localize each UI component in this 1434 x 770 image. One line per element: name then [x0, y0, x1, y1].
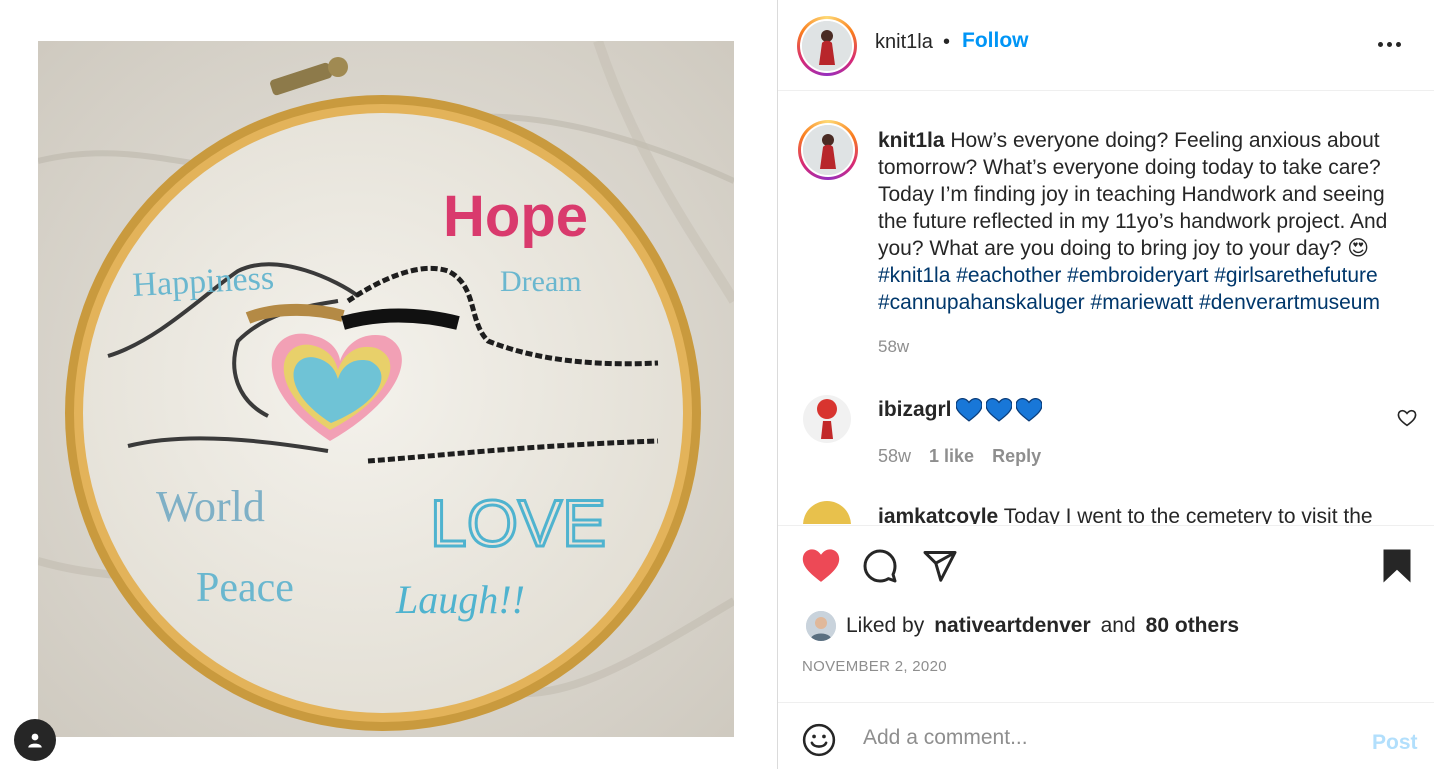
comment-text: iamkatcoyle Today I went to the cemetery…	[878, 505, 1373, 524]
embroidery-word-peace: Peace	[196, 565, 294, 611]
bookmark-icon[interactable]	[1382, 548, 1412, 584]
like-heart-icon[interactable]	[802, 548, 840, 584]
media-pane: Hope Happiness Dream World Peace LOVE La…	[0, 0, 777, 769]
profile-photo-icon	[806, 611, 836, 641]
reply-button[interactable]: Reply	[992, 446, 1041, 467]
author-avatar[interactable]	[797, 16, 857, 76]
caption-body: How’s everyone doing? Feeling anxious ab…	[878, 129, 1388, 260]
liked-by-prefix: Liked by	[846, 614, 925, 637]
comment-username[interactable]: ibizagrl	[878, 398, 952, 422]
embroidery-word-laugh: Laugh!!	[395, 577, 525, 622]
embroidery-word-world: World	[156, 482, 265, 531]
hashtag-link[interactable]: #cannupahanskaluger	[878, 291, 1085, 314]
user-icon	[28, 733, 42, 748]
author-username[interactable]: knit1la	[875, 31, 933, 54]
liked-user-avatar[interactable]	[806, 611, 836, 641]
comment-likes-count[interactable]: 1 like	[929, 446, 974, 467]
comments-list[interactable]: knit1la How’s everyone doing? Feeling an…	[778, 91, 1434, 524]
embroidery-word-love: LOVE	[430, 486, 606, 560]
comment-timestamp[interactable]: 58w	[878, 446, 911, 467]
comment-meta: 58w 1 like Reply	[878, 446, 1041, 467]
add-comment-bar: Post	[778, 702, 1434, 770]
post-caption: knit1la How’s everyone doing? Feeling an…	[878, 127, 1408, 316]
embroidery-word-hope: Hope	[443, 184, 588, 249]
comment-input[interactable]	[861, 719, 1345, 757]
comment-avatar[interactable]	[803, 395, 851, 443]
post-date[interactable]: NOVEMBER 2, 2020	[802, 658, 947, 675]
liked-by-joiner: and	[1100, 614, 1136, 637]
hashtag-link[interactable]: #mariewatt	[1091, 291, 1194, 314]
emoji-icon[interactable]	[802, 723, 836, 757]
caption-author-avatar[interactable]	[798, 120, 858, 180]
follow-button[interactable]: Follow	[962, 29, 1029, 53]
post-actions: Liked by nativeartdenver and 80 others N…	[778, 525, 1434, 706]
hashtag-link[interactable]: #knit1la	[878, 264, 950, 287]
post-header: knit1la • Follow	[778, 0, 1434, 91]
caption-timestamp[interactable]: 58w	[878, 337, 909, 357]
comment-avatar[interactable]	[803, 501, 851, 524]
liked-by-user[interactable]: nativeartdenver	[934, 614, 1090, 638]
profile-photo-icon	[803, 125, 853, 175]
share-icon[interactable]	[922, 548, 958, 584]
comment-username[interactable]: iamkatcoyle	[878, 505, 998, 524]
comment-icon[interactable]	[862, 548, 898, 584]
hashtag-link[interactable]: #girlsarethefuture	[1214, 264, 1377, 287]
post-side-panel: knit1la • Follow knit1la How’s everyone …	[777, 0, 1434, 769]
blue-heart-icon	[1016, 398, 1042, 422]
post-photo[interactable]: Hope Happiness Dream World Peace LOVE La…	[38, 41, 734, 737]
hashtag-link[interactable]: #embroideryart	[1067, 264, 1208, 287]
embroidery-word-dream: Dream	[500, 265, 582, 298]
profile-photo-icon	[802, 21, 852, 71]
comment-body: Today I went to the cemetery to visit th…	[1003, 505, 1373, 524]
caption-username[interactable]: knit1la	[878, 129, 945, 152]
embroidery-word-happiness: Happiness	[131, 260, 274, 304]
hashtag-link[interactable]: #eachother	[956, 264, 1061, 287]
hashtag-link[interactable]: #denverartmuseum	[1199, 291, 1380, 314]
blue-heart-icon	[986, 398, 1012, 422]
comment-text	[956, 398, 1042, 422]
post-comment-button[interactable]: Post	[1372, 731, 1418, 755]
separator-dot: •	[943, 31, 951, 53]
liked-by-others[interactable]: 80 others	[1146, 614, 1239, 638]
tagged-users-button[interactable]	[14, 719, 56, 761]
liked-by-row: Liked by nativeartdenver and 80 others	[806, 611, 1239, 641]
blue-heart-icon	[956, 398, 982, 422]
more-options-icon[interactable]	[1378, 34, 1408, 54]
comment-like-icon[interactable]	[1397, 409, 1417, 427]
profile-photo-icon	[803, 395, 851, 443]
embroidery-hoop-photo: Hope Happiness Dream World Peace LOVE La…	[38, 41, 734, 737]
